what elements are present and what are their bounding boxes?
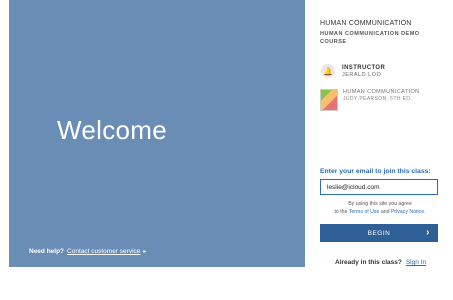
begin-label: BEGIN <box>367 229 391 237</box>
textbook-info: HUMAN COMMUNICATION JUDY PEARSON, 5TH ED… <box>320 89 420 111</box>
already-in-class-text: Already in this class? <box>335 259 402 266</box>
instructor-info: 🔔 INSTRUCTOR JERALD LOO <box>321 64 385 78</box>
help-line: Need help? Contact customer service ▸ <box>29 248 146 255</box>
welcome-heading: Welcome <box>57 115 167 145</box>
help-label: Need help? <box>29 248 65 255</box>
agree-prefix: to the <box>334 208 348 215</box>
agree-line: By using this site you agree <box>348 201 412 207</box>
arrow-right-icon: ▸ <box>143 249 147 255</box>
book-author: JUDY PEARSON, 5TH ED. <box>343 96 413 102</box>
join-prompt: Enter your email to join this class: <box>320 168 431 175</box>
instructor-role: INSTRUCTOR <box>342 64 386 71</box>
course-subtitle: HUMAN COMMUNICATION DEMO COURSE <box>320 31 420 45</box>
book-cover-image <box>320 89 338 111</box>
privacy-notice-link[interactable]: Privacy Notice. <box>391 209 426 215</box>
terms-notice: By using this site you agree to the Term… <box>320 201 440 216</box>
sign-in-row: Already in this class? Sign In <box>335 259 426 266</box>
sign-in-link[interactable]: Sign In <box>406 259 426 266</box>
course-title: HUMAN COMMUNICATION <box>320 20 412 27</box>
begin-button[interactable]: BEGIN › <box>320 224 438 242</box>
chevron-right-icon: › <box>426 227 430 238</box>
instructor-name: JERALD LOO <box>342 71 382 78</box>
contact-customer-service-link[interactable]: Contact customer service <box>67 248 140 255</box>
bell-icon: 🔔 <box>321 64 335 78</box>
terms-of-use-link[interactable]: Terms of Use <box>349 209 380 215</box>
email-input[interactable] <box>320 179 438 195</box>
agree-and: and <box>380 208 390 215</box>
book-title: HUMAN COMMUNICATION <box>343 89 420 95</box>
welcome-panel: Welcome Need help? Contact customer serv… <box>9 0 305 267</box>
